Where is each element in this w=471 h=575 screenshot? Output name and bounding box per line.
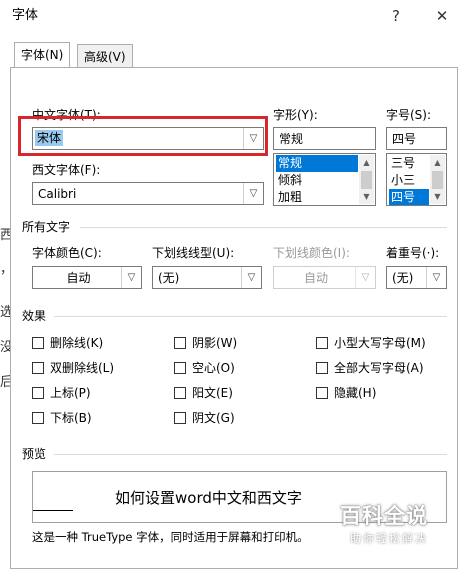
small-caps-label[interactable]: 小型大写字母(M) [334,335,426,351]
western-font-value: Calibri [38,187,77,201]
subscript-checkbox[interactable] [32,412,44,424]
scroll-up-icon[interactable]: ▲ [359,155,374,170]
section-divider [80,227,447,228]
underline-color-select: 自动 ▽ [273,266,376,289]
font-style-list[interactable]: 常规 倾斜 加粗 ▲ ▼ [273,153,376,206]
list-item[interactable]: 倾斜 [276,172,304,189]
scroll-down-icon[interactable]: ▼ [359,189,374,204]
shadow-label[interactable]: 阴影(W) [192,335,237,351]
font-size-input[interactable]: 四号 [386,127,447,150]
section-divider [54,316,447,317]
scroll-up-icon[interactable]: ▲ [430,155,445,170]
underline-style-select[interactable]: (无) ▽ [152,266,262,289]
doc-text-glyph: ， [0,262,14,277]
watermark-logo-subtitle: 助你轻松解决 [350,532,428,545]
small-caps-checkbox[interactable] [316,337,328,349]
preview-sample-text: 如何设置word中文和西文字 [115,489,302,507]
font-color-value: 自动 [66,271,91,285]
outline-label[interactable]: 空心(O) [192,360,235,376]
all-text-section-label: 所有文字 [22,220,71,234]
font-color-select[interactable]: 自动 ▽ [32,266,142,289]
double-strikethrough-checkbox[interactable] [32,362,44,374]
hidden-label[interactable]: 隐藏(H) [334,385,376,401]
list-item[interactable]: 四号 [389,189,429,205]
engrave-label[interactable]: 阴文(G) [192,410,235,426]
all-caps-checkbox[interactable] [316,362,328,374]
preview-section-label: 预览 [22,447,47,461]
font-style-value: 常规 [279,132,304,146]
doc-text-glyph: 后 [0,375,14,390]
font-color-label: 字体颜色(C): [32,246,102,260]
font-size-list[interactable]: 三号 小三 四号 ▲ ▼ [386,153,447,206]
chevron-down-icon[interactable]: ▽ [241,267,261,288]
section-divider [54,454,447,455]
scrollbar[interactable]: ▲ ▼ [359,155,374,204]
doc-text-glyph: 西 [0,228,14,243]
superscript-label[interactable]: 上标(P) [50,385,91,401]
western-font-select[interactable]: Calibri ▽ [32,182,264,205]
font-style-input[interactable]: 常规 [273,127,376,150]
shadow-checkbox[interactable] [174,337,186,349]
help-button[interactable]: ? [382,2,410,30]
western-font-label: 西文字体(F): [32,163,101,177]
superscript-checkbox[interactable] [32,387,44,399]
strikethrough-label[interactable]: 删除线(K) [50,335,103,351]
font-style-label: 字形(Y): [273,108,318,122]
tab-advanced[interactable]: 高级(V) [77,44,133,69]
underline-color-label: 下划线颜色(I): [273,246,350,260]
engrave-checkbox[interactable] [174,412,186,424]
highlight-box [18,116,268,156]
emphasis-mark-select[interactable]: (无) ▽ [386,266,447,289]
underline-color-value: 自动 [303,271,328,285]
preview-note: 这是一种 TrueType 字体，同时适用于屏幕和打印机。 [32,530,309,544]
watermark-logo-title: 百科全说 [340,504,428,528]
underline-style-value: (无) [158,271,180,285]
double-strikethrough-label[interactable]: 双删除线(L) [50,360,114,376]
all-caps-label[interactable]: 全部大写字母(A) [334,360,424,376]
emphasis-mark-label: 着重号(·): [386,246,440,260]
chevron-down-icon[interactable]: ▽ [243,183,263,204]
emboss-label[interactable]: 阳文(E) [192,385,233,401]
underline-style-label: 下划线线型(U): [152,246,235,260]
outline-checkbox[interactable] [174,362,186,374]
emboss-checkbox[interactable] [174,387,186,399]
chevron-down-icon: ▽ [355,267,375,288]
strikethrough-checkbox[interactable] [32,337,44,349]
emphasis-mark-value: (无) [392,271,414,285]
dialog-title: 字体 [12,8,39,23]
tab-font[interactable]: 字体(N) [14,42,71,69]
list-item[interactable]: 常规 [276,155,358,172]
list-item[interactable]: 加粗 [276,189,304,205]
chevron-down-icon[interactable]: ▽ [121,267,141,288]
dialog-titlebar: 字体 ? ✕ [0,0,471,32]
scroll-thumb[interactable] [361,171,372,189]
chevron-down-icon[interactable]: ▽ [426,267,446,288]
list-item[interactable]: 三号 [389,155,417,172]
doc-text-glyph: 没 [0,340,14,355]
font-size-label: 字号(S): [386,108,432,122]
effects-section-label: 效果 [22,309,47,323]
close-button[interactable]: ✕ [428,2,456,30]
preview-underline [33,510,73,511]
list-item[interactable]: 小三 [389,172,417,189]
subscript-label[interactable]: 下标(B) [50,410,92,426]
scroll-thumb[interactable] [432,171,443,189]
scroll-down-icon[interactable]: ▼ [430,189,445,204]
scrollbar[interactable]: ▲ ▼ [430,155,445,204]
font-size-value: 四号 [392,132,417,146]
hidden-checkbox[interactable] [316,387,328,399]
doc-text-glyph: 选 [0,305,14,320]
